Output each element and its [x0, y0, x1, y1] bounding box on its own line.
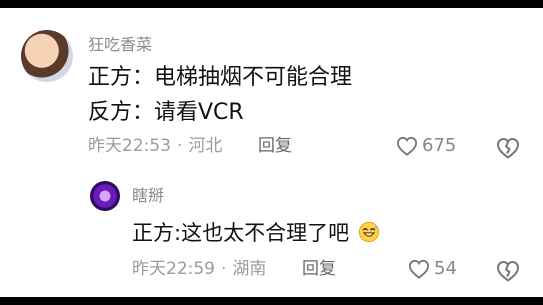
top-black-bar — [0, 0, 543, 8]
heart-outline-icon — [396, 136, 418, 156]
reply-comment-item: 瞎掰 正方:这也太不合理了吧 昨天22:59 · 湖南 回复 54 — [0, 175, 543, 293]
meta-separator: · — [177, 136, 183, 156]
like-count: 675 — [422, 135, 457, 156]
heart-outline-icon — [408, 259, 430, 279]
like-button[interactable]: 54 — [408, 259, 457, 279]
user-avatar[interactable] — [21, 30, 73, 82]
grinning-sweat-emoji-icon — [358, 221, 379, 243]
comment-line: 反方：请看VCR — [88, 100, 244, 126]
comment-text: 正方:这也太不合理了吧 — [132, 221, 350, 245]
comment-content: 正方：电梯抽烟不可能合理 反方：请看VCR — [88, 65, 352, 126]
comment-item: 狂吃香菜 正方：电梯抽烟不可能合理 反方：请看VCR 昨天22:53 · 河北 … — [0, 22, 543, 172]
comment-content: 正方:这也太不合理了吧 — [132, 221, 380, 245]
reply-button[interactable]: 回复 — [302, 261, 336, 278]
reply-button[interactable]: 回复 — [258, 138, 292, 155]
like-count: 54 — [434, 258, 457, 279]
bottom-black-bar — [0, 297, 543, 305]
broken-heart-icon[interactable] — [496, 260, 520, 282]
comment-username[interactable]: 狂吃香菜 — [88, 37, 152, 53]
comment-username[interactable]: 瞎掰 — [132, 188, 164, 204]
comment-meta: 昨天22:59 · 湖南 — [132, 261, 266, 278]
meta-separator: · — [221, 259, 227, 279]
comment-line: 正方：电梯抽烟不可能合理 — [88, 65, 353, 90]
comment-meta: 昨天22:53 · 河北 — [88, 138, 222, 155]
comment-location: 湖南 — [232, 259, 267, 279]
comment-time: 昨天22:59 — [132, 259, 215, 279]
user-avatar[interactable] — [90, 181, 120, 211]
broken-heart-icon[interactable] — [496, 137, 520, 159]
like-button[interactable]: 675 — [396, 136, 456, 156]
comment-location: 河北 — [188, 136, 223, 156]
comment-time: 昨天22:53 — [88, 136, 171, 156]
